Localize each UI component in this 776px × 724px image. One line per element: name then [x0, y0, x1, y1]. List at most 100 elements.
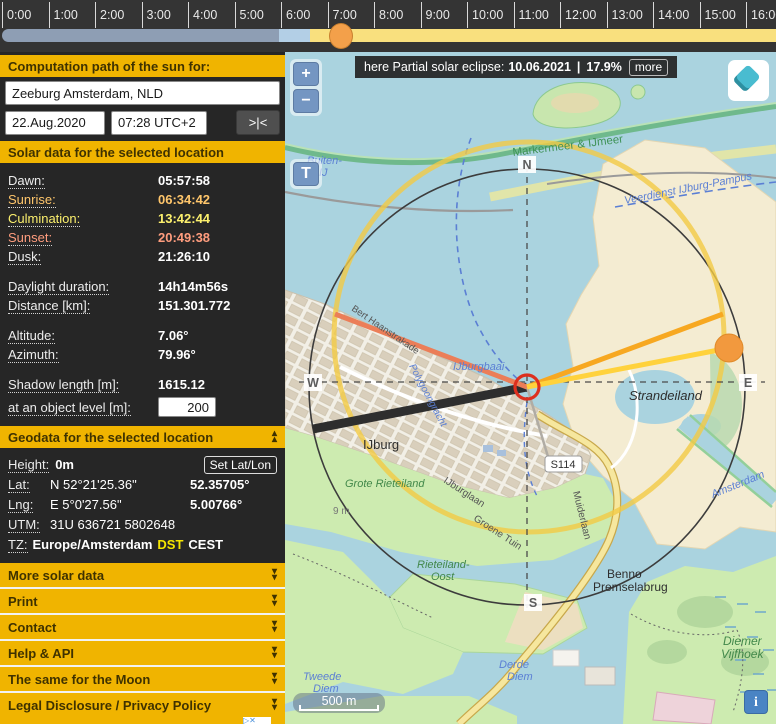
- night-segment: [2, 29, 279, 42]
- height-row: Height: 0m Set Lat/Lon: [0, 455, 285, 475]
- chevron-down-icon: [272, 595, 277, 607]
- label-ijburg: IJburg: [363, 437, 399, 452]
- sun-disc[interactable]: [715, 334, 743, 362]
- hour-label: 7:00: [333, 8, 357, 22]
- object-level-row: at an object level [m]:: [0, 397, 285, 417]
- computation-header: Computation path of the sun for:: [0, 55, 285, 77]
- hour-label: 1:00: [54, 8, 78, 22]
- set-latlon-button[interactable]: Set Lat/Lon: [204, 456, 277, 474]
- hour-label: 9:00: [426, 8, 450, 22]
- svg-text:N: N: [522, 158, 531, 172]
- svg-text:Premselabrug: Premselabrug: [593, 580, 668, 594]
- sidebar: Computation path of the sun for: >|< Sol…: [0, 52, 285, 724]
- utm-row: UTM: 31U 636721 5802648: [0, 515, 285, 535]
- chevron-down-icon: [272, 699, 277, 711]
- azimuth-row: Azimuth: 79.96°: [0, 345, 285, 364]
- accordion-help-api[interactable]: Help & API: [0, 641, 285, 667]
- label-rieteiland-oost: Rieteiland-: [417, 559, 470, 571]
- hour-label: 8:00: [379, 8, 403, 22]
- date-input[interactable]: [5, 111, 105, 135]
- accordion-moon[interactable]: The same for the Moon: [0, 667, 285, 693]
- svg-text:W: W: [307, 376, 319, 390]
- chevron-down-icon: [272, 673, 277, 685]
- solar-row-sunrise: Sunrise: 06:34:42: [0, 190, 285, 209]
- time-slider-bar[interactable]: 0:00 1:00 2:00 3:00 4:00 5:00 6:00 7:00 …: [0, 0, 776, 52]
- ad-close-icon[interactable]: ✕: [249, 717, 256, 724]
- attribution-info-button[interactable]: i: [744, 690, 768, 714]
- accordion-print[interactable]: Print: [0, 589, 285, 615]
- label-strandeiland: Strandeiland: [629, 388, 703, 403]
- map-canvas[interactable]: N E S W S114 Buiten- IJ: [285, 52, 776, 724]
- hour-scale: 0:00 1:00 2:00 3:00 4:00 5:00 6:00 7:00 …: [2, 2, 776, 28]
- lat-row: Lat: N 52°21'25.36" 52.35705°: [0, 475, 285, 495]
- dusk-value: 21:26:10: [158, 247, 210, 266]
- hour-label: 4:00: [193, 8, 217, 22]
- layers-icon: [735, 64, 760, 89]
- zoom-out-button[interactable]: −: [293, 89, 319, 113]
- terrain-button[interactable]: T: [293, 162, 319, 186]
- location-input[interactable]: [5, 81, 280, 105]
- label-tweede-diem: Tweede: [303, 671, 341, 683]
- altitude-row: Altitude: 7.06°: [0, 326, 285, 345]
- day-segment: [310, 29, 776, 42]
- label-grote-rieteiland: Grote Rieteiland: [345, 478, 425, 490]
- tz-row: TZ: Europe/Amsterdam DST CEST: [0, 535, 285, 555]
- solar-row-dusk: Dusk: 21:26:10: [0, 247, 285, 266]
- scale-bar: 500 m: [293, 693, 385, 713]
- hour-label: 12:00: [565, 8, 596, 22]
- solar-data-header: Solar data for the selected location: [0, 141, 285, 163]
- daylight-duration-row: Daylight duration: 14h14m56s: [0, 277, 285, 296]
- accordion-more-solar-data[interactable]: More solar data: [0, 563, 285, 589]
- lng-row: Lng: E 5°0'27.56" 5.00766°: [0, 495, 285, 515]
- time-slider-handle[interactable]: [329, 23, 353, 49]
- label-benno: Benno: [607, 567, 642, 581]
- svg-text:Vijfhoek: Vijfhoek: [721, 647, 764, 661]
- chevron-down-icon: [272, 621, 277, 633]
- object-level-input[interactable]: [158, 397, 216, 417]
- compass-south: S: [524, 594, 542, 611]
- culmination-value: 13:42:44: [158, 209, 210, 228]
- distance-row: Distance [km]: 151.301.772: [0, 296, 285, 315]
- twilight-segment: [279, 29, 310, 42]
- shadow-length-row: Shadow length [m]: 1615.12: [0, 375, 285, 394]
- suncalc-app: 0:00 1:00 2:00 3:00 4:00 5:00 6:00 7:00 …: [0, 0, 776, 724]
- hour-label: 2:00: [100, 8, 124, 22]
- hour-label: 5:00: [240, 8, 264, 22]
- collapse-up-icon[interactable]: [272, 431, 277, 443]
- svg-text:S114: S114: [551, 459, 576, 471]
- solar-row-culmination: Culmination: 13:42:44: [0, 209, 285, 228]
- sunrise-value: 06:34:42: [158, 190, 210, 209]
- layers-button[interactable]: [728, 60, 769, 101]
- hour-label: 15:00: [705, 8, 736, 22]
- compass-east: E: [739, 374, 757, 391]
- hour-label: 11:00: [519, 8, 549, 22]
- compass-west: W: [304, 374, 322, 391]
- road-shield-s114: S114: [545, 456, 582, 472]
- svg-text:E: E: [744, 376, 752, 390]
- center-time-button[interactable]: >|<: [236, 110, 280, 135]
- sunset-value: 20:49:38: [158, 228, 210, 247]
- eclipse-banner: here Partial solar eclipse: 10.06.2021 |…: [355, 56, 677, 78]
- hour-label: 6:00: [286, 8, 310, 22]
- time-input[interactable]: [111, 111, 207, 135]
- compass-north: N: [518, 156, 536, 173]
- terrain-control: T: [290, 159, 322, 189]
- geodata-header[interactable]: Geodata for the selected location: [0, 426, 285, 448]
- more-button[interactable]: more: [629, 59, 668, 76]
- hour-label: 10:00: [472, 8, 503, 22]
- hour-label: 0:00: [7, 8, 31, 22]
- hour-label: 16:00: [751, 8, 776, 22]
- solar-row-dawn: Dawn: 05:57:58: [0, 171, 285, 190]
- label-ijburgbaai: IJburgbaai: [453, 361, 505, 373]
- accordion-contact[interactable]: Contact: [0, 615, 285, 641]
- zoom-in-button[interactable]: +: [293, 62, 319, 86]
- solar-row-sunset: Sunset: 20:49:38: [0, 228, 285, 247]
- time-track[interactable]: [2, 29, 776, 42]
- svg-text:Diem: Diem: [507, 671, 533, 683]
- label-elevation: 9 m: [333, 506, 350, 517]
- dawn-value: 05:57:58: [158, 171, 210, 190]
- map-svg[interactable]: N E S W S114 Buiten- IJ: [285, 52, 776, 724]
- chevron-down-icon: [272, 569, 277, 581]
- hour-label: 3:00: [147, 8, 171, 22]
- accordion-legal[interactable]: Legal Disclosure / Privacy Policy: [0, 693, 285, 719]
